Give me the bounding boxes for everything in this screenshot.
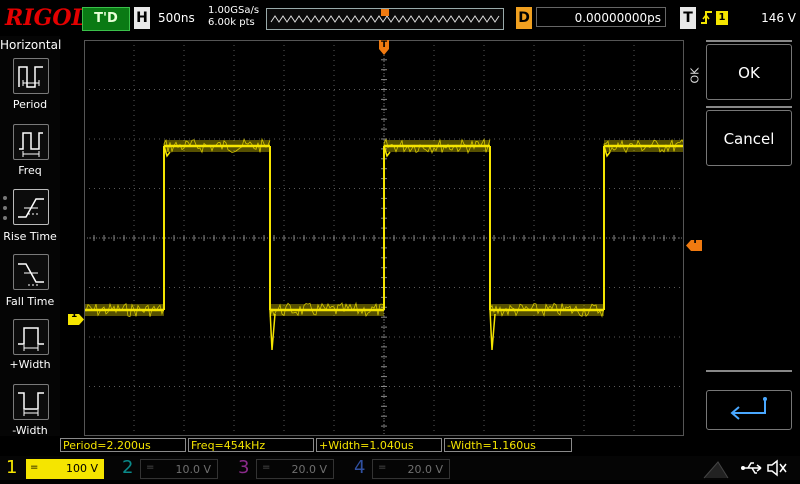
trigger-label: T (680, 7, 696, 29)
delay-label: D (516, 7, 532, 29)
ch3-number[interactable]: 3 (238, 456, 249, 480)
ch1-ground-label: 1 (71, 310, 78, 320)
acquisition-info: 1.00GSa/s 6.00k pts (208, 5, 259, 29)
ch1-ground-marker[interactable]: 1 (68, 310, 84, 325)
rising-edge-icon (700, 9, 714, 31)
fall-time-button[interactable]: Fall Time (0, 295, 60, 308)
ch2-coupling-icon: = (146, 462, 155, 473)
negative-width-button[interactable]: -Width (0, 424, 60, 437)
usb-icon (740, 459, 764, 477)
rise-time-button[interactable]: Rise Time (0, 230, 60, 243)
divider (706, 106, 792, 108)
fall-time-icon[interactable] (13, 254, 49, 290)
period-icon[interactable] (13, 58, 49, 94)
ch1-coupling-icon: = (30, 462, 39, 473)
period-measurement: Period=2.200us (60, 438, 186, 452)
enter-button[interactable] (706, 390, 792, 430)
negative-width-icon[interactable] (13, 384, 49, 420)
scroll-chevron-icon[interactable] (700, 456, 730, 480)
delay-value[interactable]: 0.00000000ps (536, 7, 666, 27)
menu-page-indicator (3, 196, 7, 226)
freq-icon[interactable] (13, 124, 49, 160)
rise-time-icon[interactable] (13, 189, 49, 225)
rigol-logo: RIGOL (5, 5, 87, 31)
menu-title: Horizontal (0, 38, 62, 52)
ok-button[interactable]: OK (706, 44, 792, 100)
ch4-number[interactable]: 4 (354, 456, 365, 480)
positive-width-button[interactable]: +Width (0, 358, 60, 371)
waveform-overview-icon (270, 9, 500, 23)
trigger-position-bar (266, 8, 504, 30)
cancel-button[interactable]: Cancel (706, 110, 792, 166)
positive-width-measurement: +Width=1.040us (316, 438, 442, 452)
divider (706, 40, 792, 42)
ch1-number[interactable]: 1 (6, 456, 17, 480)
divider (706, 370, 792, 372)
ch2-number[interactable]: 2 (122, 456, 133, 480)
positive-width-icon[interactable] (13, 319, 49, 355)
ch3-coupling-icon: = (262, 462, 271, 473)
timebase-value[interactable]: 500ns (158, 7, 204, 29)
trigger-level-value[interactable]: 146 V (740, 7, 796, 29)
sample-rate: 1.00GSa/s (208, 5, 260, 16)
trigger-source-badge: 1 (716, 11, 728, 25)
horizontal-label: H (134, 7, 150, 29)
trigger-position-marker[interactable]: T (379, 40, 389, 56)
freq-measurement: Freq=454kHz (188, 438, 314, 452)
memory-depth: 6.00k pts (208, 17, 255, 28)
graticule-border (84, 40, 684, 436)
run-status-badge[interactable]: T'D (82, 7, 130, 31)
freq-button[interactable]: Freq (0, 164, 60, 177)
ok-side-label: OK (688, 67, 702, 84)
trigger-level-marker[interactable]: T (686, 236, 702, 251)
negative-width-measurement: -Width=1.160us (444, 438, 572, 452)
speaker-muted-icon[interactable] (766, 458, 788, 478)
trigger-level-label: T (692, 236, 699, 246)
ch4-coupling-icon: = (378, 462, 387, 473)
period-button[interactable]: Period (0, 98, 60, 111)
trigger-position-label: T (381, 40, 388, 50)
enter-icon (730, 397, 767, 420)
